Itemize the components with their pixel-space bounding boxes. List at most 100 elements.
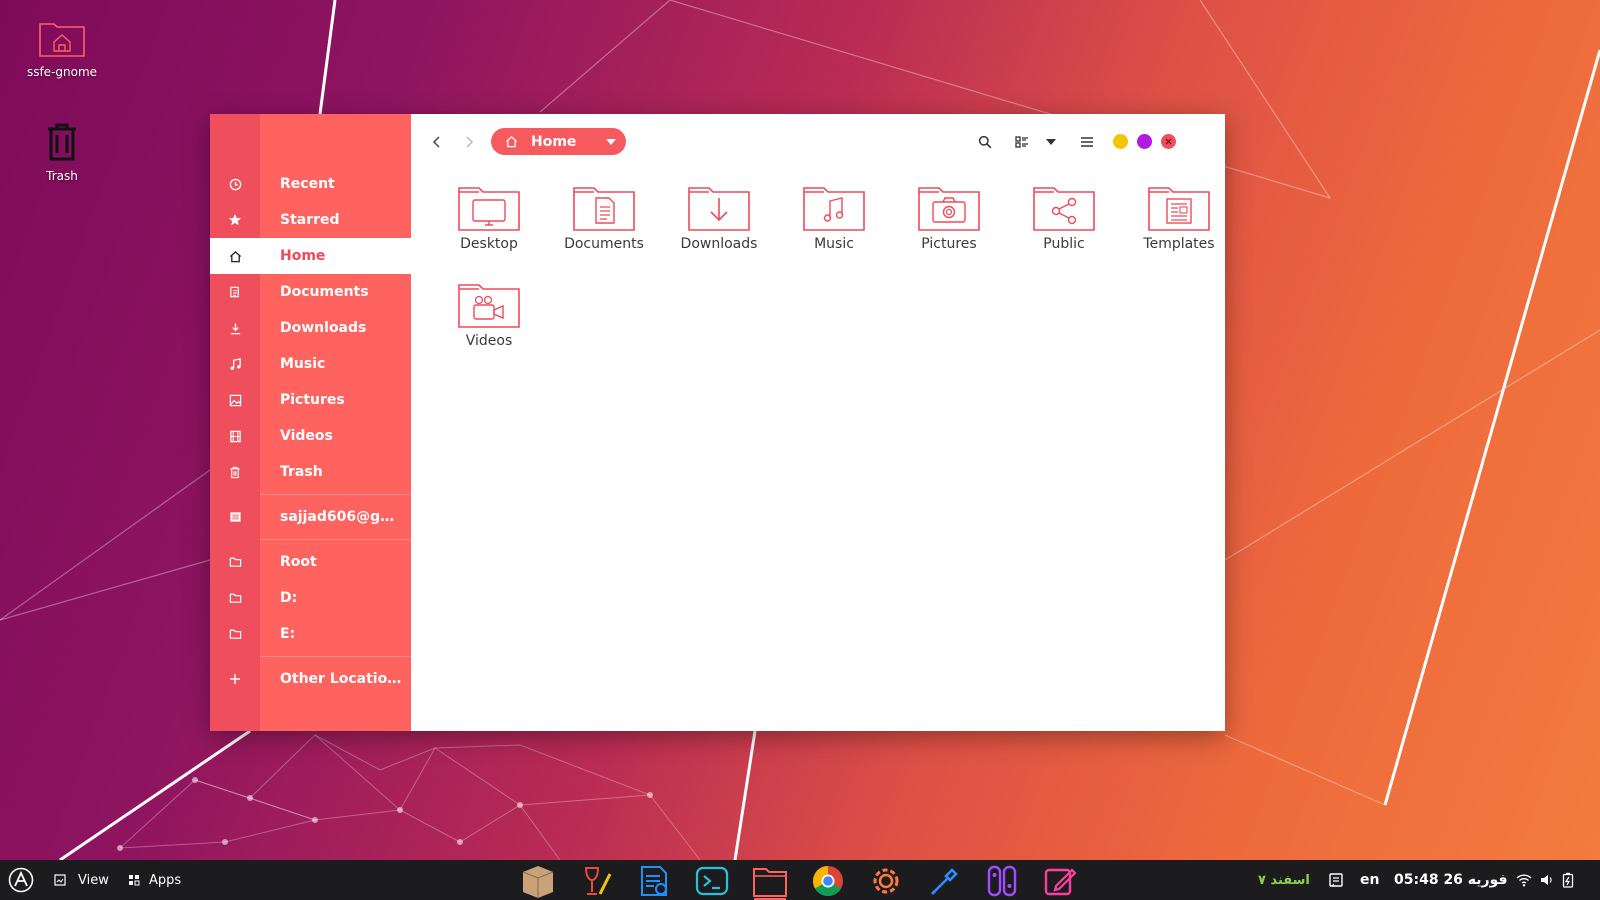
trash-icon — [48, 123, 76, 161]
file-item-music[interactable]: Music — [778, 182, 890, 252]
sidebar-item-recent[interactable]: Recent — [210, 166, 411, 202]
view-toggle-button[interactable] — [1010, 130, 1034, 154]
sidebar-item-label: Recent — [280, 176, 335, 192]
dock-terminal-app[interactable] — [690, 862, 734, 900]
view-options-button[interactable] — [1039, 130, 1063, 154]
sidebar-separator — [260, 539, 411, 540]
sidebar-separator — [260, 494, 411, 495]
list-view-icon — [1015, 136, 1028, 148]
sidebar-item-other-locations[interactable]: Other Locations — [210, 661, 411, 697]
hamburger-menu-icon — [1081, 137, 1093, 147]
home-icon — [229, 250, 241, 262]
maximize-button[interactable] — [1137, 134, 1152, 149]
chevron-right-icon — [466, 136, 474, 148]
picture-icon — [229, 394, 241, 406]
dock-archive-app[interactable] — [516, 862, 560, 900]
download-icon — [230, 322, 240, 334]
forward-button[interactable] — [457, 130, 481, 154]
volume-indicator[interactable] — [1540, 860, 1554, 900]
file-item-videos[interactable]: Videos — [433, 279, 545, 349]
battery-indicator[interactable] — [1562, 860, 1574, 900]
minimize-button[interactable] — [1113, 134, 1128, 149]
keyboard-layout-text: en — [1360, 872, 1380, 888]
drawing-app-icon — [1044, 868, 1077, 896]
videos-folder-icon — [458, 284, 520, 328]
view-button[interactable]: View — [54, 860, 109, 900]
activities-button[interactable] — [8, 860, 34, 900]
file-name: Music — [814, 236, 854, 252]
sidebar-item-label: Videos — [280, 428, 333, 444]
document-icon — [230, 286, 239, 297]
path-dropdown-button[interactable] — [596, 138, 626, 145]
sidebar-item-documents[interactable]: Documents — [210, 274, 411, 310]
desktop-icon-label: ssfe-gnome — [26, 65, 98, 79]
clipboard-icon — [1329, 873, 1343, 887]
file-item-pictures[interactable]: Pictures — [893, 182, 1005, 252]
sidebar-item-e-drive[interactable]: E: — [210, 616, 411, 652]
sidebar-item-pictures[interactable]: Pictures — [210, 382, 411, 418]
sidebar-item-downloads[interactable]: Downloads — [210, 310, 411, 346]
sidebar-item-label: Home — [280, 248, 326, 264]
sidebar-item-music[interactable]: Music — [210, 346, 411, 382]
apps-button[interactable]: Apps — [128, 860, 181, 900]
file-item-templates[interactable]: Templates — [1123, 182, 1225, 252]
dock-files-app[interactable] — [748, 862, 792, 900]
downloads-folder-icon — [688, 187, 750, 231]
main-menu-button[interactable] — [1075, 130, 1099, 154]
file-item-desktop[interactable]: Desktop — [433, 182, 545, 252]
trash-icon — [230, 466, 240, 478]
sidebar-item-root[interactable]: Root — [210, 544, 411, 580]
clipboard-indicator[interactable] — [1328, 860, 1344, 900]
dock-drawing-app[interactable] — [1038, 862, 1082, 900]
settings-app-icon — [873, 868, 899, 894]
persian-date: ۷ اسفند — [1258, 860, 1310, 900]
keyboard-layout-indicator[interactable]: en — [1360, 860, 1379, 900]
desktop-icon-home[interactable]: ssfe-gnome — [14, 18, 110, 79]
sidebar-item-videos[interactable]: Videos — [210, 418, 411, 454]
terminal-app-icon — [695, 866, 729, 896]
sidebar-item-label: Music — [280, 356, 326, 372]
sidebar-item-account[interactable]: sajjad606@gm... — [210, 499, 411, 535]
clock[interactable]: 05:48 26 فوریه — [1394, 860, 1508, 900]
apps-grid-icon — [129, 875, 140, 886]
view-label: View — [78, 872, 109, 888]
sidebar-item-d-drive[interactable]: D: — [210, 580, 411, 616]
dock-settings-app[interactable] — [864, 862, 908, 900]
taskbar: View Apps ۷ اسفند en 05:48 26 فوریه — [0, 860, 1600, 900]
wifi-indicator[interactable] — [1516, 860, 1532, 900]
folder-icon — [229, 593, 241, 603]
dock-text-editor-app[interactable] — [632, 862, 676, 900]
file-name: Videos — [465, 333, 513, 349]
music-icon — [230, 357, 241, 370]
plus-icon — [230, 674, 240, 684]
desktop-icon-label: Trash — [46, 169, 78, 183]
sidebar-item-trash[interactable]: Trash — [210, 454, 411, 490]
file-item-documents[interactable]: Documents — [548, 182, 660, 252]
sidebar-item-home[interactable]: Home — [210, 238, 411, 274]
search-button[interactable] — [973, 130, 997, 154]
file-name: Downloads — [680, 236, 758, 252]
sidebar-item-starred[interactable]: Starred — [210, 202, 411, 238]
path-bar-home[interactable]: Home — [491, 128, 626, 155]
wine-app-icon — [584, 867, 612, 895]
dock-chrome-dev-app[interactable] — [806, 862, 850, 900]
file-item-public[interactable]: Public — [1008, 182, 1120, 252]
film-icon — [229, 430, 241, 442]
dock-switch-app[interactable] — [980, 862, 1024, 900]
clock-icon — [229, 178, 241, 190]
switch-app-icon — [987, 865, 1017, 897]
close-button[interactable] — [1161, 134, 1176, 149]
back-button[interactable] — [425, 130, 449, 154]
sidebar-item-label: Trash — [280, 464, 323, 480]
dock-color-picker-app[interactable] — [922, 862, 966, 900]
sidebar-item-label: Pictures — [280, 392, 345, 408]
desktop-icon-trash[interactable]: Trash — [14, 122, 110, 183]
dock-wine-app[interactable] — [574, 862, 618, 900]
file-item-downloads[interactable]: Downloads — [663, 182, 775, 252]
path-label: Home — [531, 133, 577, 150]
documents-folder-icon — [573, 187, 635, 231]
sidebar-item-label: Root — [280, 554, 317, 570]
file-name: Public — [1043, 236, 1085, 252]
templates-folder-icon — [1148, 187, 1210, 231]
sidebar-separator — [260, 656, 411, 657]
